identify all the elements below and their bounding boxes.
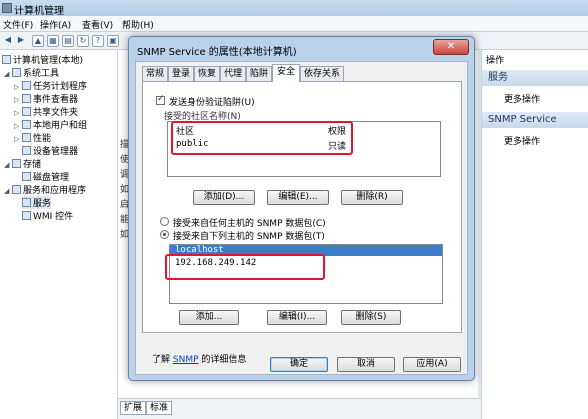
tab-traps[interactable]: 陷阱 <box>246 66 272 81</box>
menu-view[interactable]: 查看(V) <box>82 18 113 31</box>
collapse-arrow-icon[interactable]: ▷ <box>14 109 22 117</box>
actions-section-snmp[interactable]: SNMP Service <box>482 112 588 128</box>
learn-more-text: 了解 SNMP 的详细信息 <box>152 355 247 365</box>
view-icon[interactable]: ▣ <box>107 35 119 47</box>
event-icon <box>22 94 31 103</box>
collapse-arrow-icon[interactable]: ▷ <box>14 135 22 143</box>
accept-any-host-radio[interactable] <box>160 217 169 226</box>
add-host-button[interactable]: 添加... <box>179 310 239 325</box>
tree-item-system-tools[interactable]: ◢ 系统工具 <box>4 66 59 79</box>
folder-up-icon[interactable]: ▲ <box>32 35 44 47</box>
menu-file[interactable]: 文件(F) <box>3 18 33 31</box>
computer-icon <box>2 55 11 64</box>
apply-button[interactable]: 应用(A) <box>403 357 461 372</box>
tools-icon <box>12 68 21 77</box>
collapse-arrow-icon[interactable]: ▷ <box>14 96 22 104</box>
performance-icon <box>22 133 31 142</box>
tree-item-services-apps[interactable]: ◢ 服务和应用程序 <box>4 183 86 196</box>
services-apps-icon <box>12 185 21 194</box>
gear-icon <box>22 198 31 207</box>
collapse-arrow-icon[interactable]: ▷ <box>14 122 22 130</box>
remove-host-button[interactable]: 删除(S) <box>341 310 401 325</box>
snmp-properties-dialog: SNMP Service 的属性(本地计算机) ✕ 常规 登录 恢复 代理 陷阱… <box>128 36 475 381</box>
expand-arrow-icon[interactable]: ◢ <box>4 187 12 195</box>
tab-logon[interactable]: 登录 <box>168 66 194 81</box>
expand-arrow-icon[interactable]: ◢ <box>4 70 12 78</box>
accept-these-hosts-radio[interactable] <box>160 230 169 239</box>
show-tree-icon[interactable]: ▦ <box>47 35 59 47</box>
collapse-arrow-icon[interactable]: ▷ <box>14 83 22 91</box>
window-title: 计算机管理 <box>14 6 64 17</box>
tab-general[interactable]: 常规 <box>142 66 168 81</box>
edit-community-button[interactable]: 编辑(E)... <box>267 190 329 205</box>
send-auth-trap-label: 发送身份验证陷阱(U) <box>169 98 255 108</box>
back-arrow-icon[interactable]: ◀ <box>2 35 14 47</box>
remove-community-button[interactable]: 删除(R) <box>341 190 403 205</box>
actions-panel: 操作 服务 更多操作 SNMP Service 更多操作 <box>481 50 588 419</box>
tab-agent[interactable]: 代理 <box>220 66 246 81</box>
highlight-box <box>171 121 353 155</box>
storage-icon <box>12 159 21 168</box>
window-titlebar: 计算机管理 <box>0 0 588 17</box>
tree-root[interactable]: 计算机管理(本地) <box>2 53 83 66</box>
tree-item-storage[interactable]: ◢ 存储 <box>4 157 41 170</box>
ok-button[interactable]: 确定 <box>270 357 328 372</box>
tree-item-device-manager[interactable]: 设备管理器 <box>22 144 78 157</box>
properties-icon[interactable]: ▤ <box>62 35 74 47</box>
cancel-button[interactable]: 取消 <box>337 357 395 372</box>
wmi-icon <box>22 211 31 220</box>
dialog-body: 常规 登录 恢复 代理 陷阱 安全 依存关系 发送身份验证陷阱(U) 接受的社区… <box>135 61 468 375</box>
forward-arrow-icon[interactable]: ▶ <box>15 35 27 47</box>
computer-management-icon <box>2 3 12 13</box>
edit-host-button[interactable]: 编辑(I)... <box>267 310 327 325</box>
security-tab-panel: 发送身份验证陷阱(U) 接受的社区名称(N) 社区 权限 public 只读 添… <box>142 81 462 333</box>
tree-item-disk-management[interactable]: 磁盘管理 <box>22 170 69 183</box>
actions-header: 操作 <box>486 56 505 66</box>
clock-icon <box>22 81 31 90</box>
tab-extended[interactable]: 扩展 <box>120 401 147 415</box>
refresh-icon[interactable]: ↻ <box>77 35 89 47</box>
accept-any-host-label: 接受来自任何主机的 SNMP 数据包(C) <box>173 219 326 229</box>
help-icon[interactable]: ? <box>92 35 104 47</box>
add-community-button[interactable]: 添加(D)... <box>193 190 255 205</box>
highlight-box <box>165 254 325 280</box>
tree-item-local-users[interactable]: ▷ 本地用户和组 <box>14 118 87 131</box>
folder-icon <box>22 107 31 116</box>
tab-security[interactable]: 安全 <box>272 64 300 82</box>
send-auth-trap-checkbox[interactable] <box>156 94 165 105</box>
tree-item-performance[interactable]: ▷ 性能 <box>14 131 51 144</box>
accept-these-hosts-label: 接受来自下列主机的 SNMP 数据包(T) <box>173 232 325 242</box>
tab-dependencies[interactable]: 依存关系 <box>300 66 344 81</box>
snmp-help-link[interactable]: SNMP <box>173 355 199 365</box>
expand-arrow-icon[interactable]: ◢ <box>4 161 12 169</box>
actions-section-services[interactable]: 服务 <box>482 70 588 86</box>
tab-recovery[interactable]: 恢复 <box>194 66 220 81</box>
tree-item-services[interactable]: 服务 <box>22 196 52 209</box>
dialog-title: SNMP Service 的属性(本地计算机) <box>137 47 297 58</box>
menu-help[interactable]: 帮助(H) <box>122 18 154 31</box>
device-manager-icon <box>22 146 31 155</box>
menu-bar: 文件(F) 操作(A) 查看(V) 帮助(H) <box>0 16 588 32</box>
tree-item-event-viewer[interactable]: ▷ 事件查看器 <box>14 92 78 105</box>
tree-item-task-scheduler[interactable]: ▷ 任务计划程序 <box>14 79 87 92</box>
menu-action[interactable]: 操作(A) <box>40 18 71 31</box>
tree-item-wmi[interactable]: WMI 控件 <box>22 209 73 222</box>
more-actions-services[interactable]: 更多操作 <box>504 92 540 105</box>
navigation-tree: 计算机管理(本地) ◢ 系统工具 ▷ 任务计划程序 ▷ 事件查看器 ▷ 共享文件夹 ▷ 本… <box>0 50 118 419</box>
more-actions-snmp[interactable]: 更多操作 <box>504 134 540 147</box>
view-tabs: 扩展 标准 <box>118 398 481 419</box>
users-icon <box>22 120 31 129</box>
tab-standard[interactable]: 标准 <box>146 401 173 415</box>
tree-item-shared-folders[interactable]: ▷ 共享文件夹 <box>14 105 78 118</box>
close-icon[interactable]: ✕ <box>433 39 469 55</box>
disk-icon <box>22 172 31 181</box>
